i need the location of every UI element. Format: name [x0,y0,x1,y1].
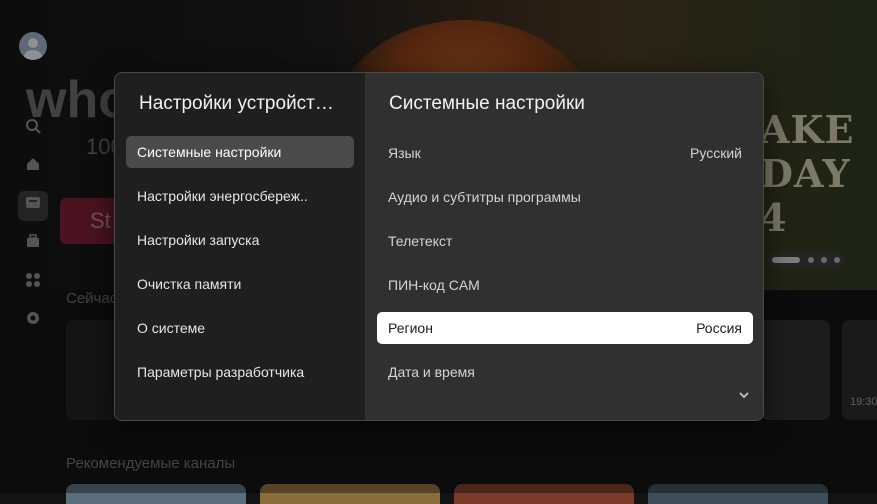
menu-item-clear-memory[interactable]: Очистка памяти [126,268,354,300]
right-pane-title: Системные настройки [389,93,585,114]
menu-item-developer-options[interactable]: Параметры разработчика [126,356,354,388]
left-pane-title: Настройки устройст… [139,93,334,114]
setting-region[interactable]: Регион Россия [377,312,753,344]
setting-date-time[interactable]: Дата и время [377,356,753,388]
system-settings-pane: Системные настройки Язык Русский Аудио и… [365,73,763,420]
settings-category-pane: Настройки устройст… Системные настройки … [115,73,365,420]
menu-item-about-system[interactable]: О системе [126,312,354,344]
menu-item-startup-settings[interactable]: Настройки запуска [126,224,354,256]
setting-language[interactable]: Язык Русский [377,137,753,169]
setting-label: Язык [388,145,421,161]
setting-label: ПИН-код CAM [388,277,480,293]
setting-value: Россия [696,320,742,336]
setting-audio-subtitles[interactable]: Аудио и субтитры программы [377,181,753,213]
setting-cam-pin[interactable]: ПИН-код CAM [377,269,753,301]
menu-item-power-saving[interactable]: Настройки энергосбереж.. [126,180,354,212]
chevron-down-icon [739,392,749,399]
device-settings-dialog: Настройки устройст… Системные настройки … [114,72,764,421]
setting-value: Русский [690,145,742,161]
setting-label: Дата и время [388,364,475,380]
setting-label: Аудио и субтитры программы [388,189,581,205]
setting-label: Телетекст [388,233,453,249]
setting-teletext[interactable]: Телетекст [377,225,753,257]
menu-item-system-settings[interactable]: Системные настройки [126,136,354,168]
setting-label: Регион [388,320,433,336]
